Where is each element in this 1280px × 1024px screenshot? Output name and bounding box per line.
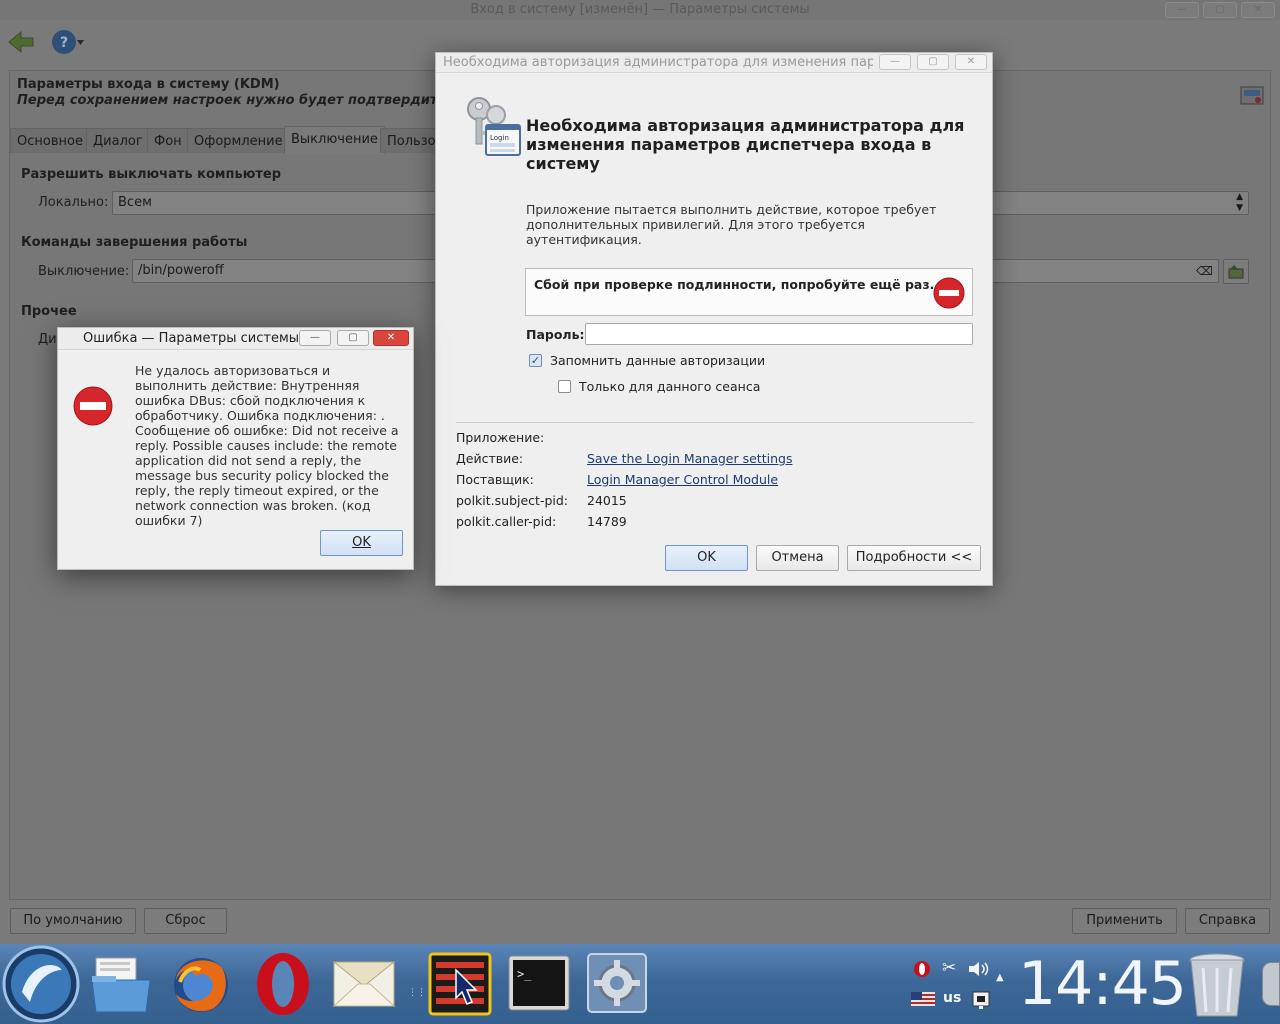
auth-titlebar: Необходима авторизация администратора дл… [436,53,992,73]
remember-label: Запомнить данные авторизации [550,353,766,368]
shutdown-section-title: Разрешить выключать компьютер [21,167,281,182]
opera-tray-icon[interactable] [913,960,931,978]
details-vendor-link[interactable]: Login Manager Control Module [587,472,778,487]
details-caller-pid-label: polkit.caller-pid: [456,514,557,529]
error-titlebar: Ошибка — Параметры системы — ▢ ✕ [58,328,413,350]
password-label: Пароль: [526,327,585,342]
details-subject-pid-label: polkit.subject-pid: [456,493,569,508]
poweroff-value: /bin/poweroff [138,263,224,278]
network-icon[interactable] [970,988,992,1010]
error-message: Не удалось авторизоваться и выполнить де… [135,363,399,528]
details-caller-pid-value: 14789 [587,514,627,529]
error-maximize-icon[interactable]: ▢ [337,330,369,346]
settings-icon[interactable] [586,950,648,1016]
minimize-icon[interactable]: — [1165,2,1199,18]
details-app-label: Приложение: [456,430,545,445]
poweroff-label: Выключение: [38,264,130,279]
help-icon[interactable]: ? [51,29,85,55]
divider [456,422,974,423]
other-section-title: Прочее [21,304,77,319]
keys-login-icon: Login [467,97,521,156]
svg-text:Login: Login [490,134,509,142]
page-title: Параметры входа в систему (KDM) [17,77,280,92]
back-arrow-icon[interactable] [8,31,34,53]
svg-text:?: ? [60,35,68,51]
svg-text:>_: >_ [517,967,532,981]
auth-dialog-title: Необходима авторизация администратора дл… [443,55,873,70]
defaults-button[interactable]: По умолчанию [10,908,136,934]
session-only-checkbox[interactable] [558,380,571,393]
open-folder-icon [1228,265,1244,279]
file-manager-icon[interactable] [90,952,152,1016]
trash-icon[interactable] [1186,950,1248,1020]
details-subject-pid-value: 24015 [587,493,627,508]
maximize-icon[interactable]: ▢ [1203,2,1237,18]
auth-dialog: Необходима авторизация администратора дл… [435,52,993,586]
auth-ok-button[interactable]: OK [665,545,748,571]
password-input[interactable] [585,323,973,345]
main-window-title: Вход в систему [изменён] — Параметры сис… [0,0,1280,20]
volume-icon[interactable] [967,960,991,978]
panel-handle[interactable] [1262,962,1280,1006]
auth-error-text: Сбой при проверке подлинности, попробуйт… [534,277,935,292]
scissors-icon[interactable]: ✂ [942,958,956,978]
menu-orb-icon[interactable] [2,944,80,1024]
details-vendor-label: Поставщик: [456,472,534,487]
auth-message: Приложение пытается выполнить действие, … [526,202,937,247]
details-action-link[interactable]: Save the Login Manager settings [587,451,792,466]
auth-heading: Необходима авторизация администратора дл… [526,116,965,173]
remember-checkbox[interactable]: ✓ [529,354,542,367]
local-select-value: Всем [118,195,152,210]
tab-general[interactable]: Основное [10,128,90,153]
kdm-settings-icon [1240,86,1264,105]
tab-background[interactable]: Фон [147,128,189,153]
help-button[interactable]: Справка [1185,908,1270,934]
tab-dialog[interactable]: Диалог [86,128,150,153]
error-dialog: Ошибка — Параметры системы — ▢ ✕ Не удал… [57,327,414,570]
reset-button[interactable]: Сброс [144,908,227,934]
session-only-label: Только для данного сеанса [579,379,761,394]
tab-shutdown[interactable]: Выключение [284,126,385,154]
opera-icon[interactable] [254,950,312,1018]
page-subtitle: Перед сохранением настроек нужно будет п… [17,93,499,108]
error-stop-icon [933,277,965,309]
auth-cancel-button[interactable]: Отмена [756,545,839,571]
auth-details-button[interactable]: Подробности << [847,545,981,571]
tab-theme[interactable]: Оформление [187,128,290,153]
error-dialog-title: Ошибка — Параметры системы [83,331,300,346]
tab-users[interactable]: Пользо [380,128,443,153]
auth-maximize-icon[interactable]: ▢ [917,54,949,70]
error-minimize-icon[interactable]: — [299,330,331,346]
error-dialog-stop-icon [73,386,113,426]
error-ok-button[interactable]: OK [320,530,403,556]
us-flag-icon [911,992,935,1006]
auth-minimize-icon[interactable]: — [879,54,911,70]
browse-file-button[interactable] [1223,259,1249,284]
terminal-icon[interactable]: >_ [508,954,570,1014]
firefox-icon[interactable] [170,952,232,1016]
error-close-icon[interactable]: ✕ [373,330,409,346]
close-icon[interactable]: ✕ [1241,2,1275,18]
apply-button[interactable]: Применить [1072,908,1177,934]
pointer-app-icon[interactable] [428,952,492,1016]
auth-close-icon[interactable]: ✕ [955,54,987,70]
details-action-label: Действие: [456,451,524,466]
mail-icon[interactable] [332,956,396,1012]
other-label-partial: Ди [38,332,57,347]
spin-arrows-icon: ▲ ▼ [1236,192,1243,213]
commands-section-title: Команды завершения работы [21,235,248,250]
auth-error-box: Сбой при проверке подлинности, попробуйт… [525,268,973,316]
launcher-separator-icon: ⋮⋮ [408,988,426,998]
clear-field-icon[interactable]: ⌫ [1196,260,1213,282]
keyboard-layout[interactable]: us [943,990,961,1006]
clock[interactable]: 14:45 [1018,946,1187,1022]
tray-expand-icon[interactable]: ▲ [996,972,1004,983]
local-label: Локально: [38,195,109,210]
